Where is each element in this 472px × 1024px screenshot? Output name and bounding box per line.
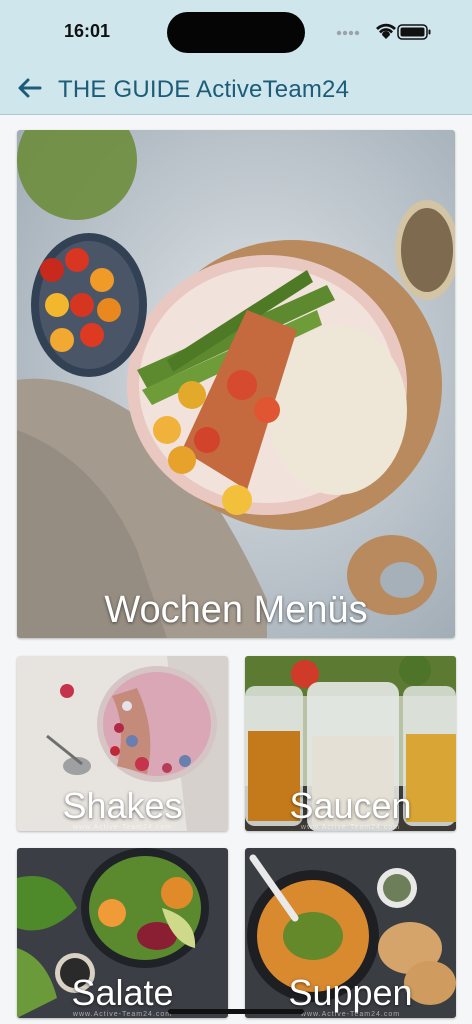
tile-saucen[interactable]: Saucen www.Active-Team24.com (245, 656, 456, 831)
tile-label: Wochen Menüs (104, 589, 368, 631)
watermark: www.Active-Team24.com (72, 824, 173, 831)
tile-shakes[interactable]: Shakes www.Active-Team24.com (17, 656, 228, 831)
status-time: 16:01 (64, 21, 111, 41)
signal-dots-icon (336, 30, 360, 36)
status-icons (334, 22, 434, 42)
dynamic-island (167, 12, 305, 53)
tile-salate[interactable]: Salate www.Active-Team24.com (17, 848, 228, 1018)
page-title: THE GUIDE ActiveTeam24 (58, 76, 350, 103)
arrow-left-icon (18, 78, 42, 98)
tile-wochen-menus[interactable]: Wochen Menüs (17, 130, 455, 638)
tile-label: Saucen (289, 785, 412, 826)
home-indicator[interactable] (168, 1009, 304, 1014)
tile-label: Salate (71, 972, 174, 1013)
tile-suppen[interactable]: Suppen www.Active-Team24.com (245, 848, 456, 1018)
tile-label: Shakes (62, 785, 183, 826)
wifi-icon (376, 23, 396, 39)
tile-label: Suppen (288, 972, 413, 1013)
battery-icon (397, 24, 431, 40)
back-button[interactable] (16, 74, 44, 102)
title-row: THE GUIDE ActiveTeam24 (16, 72, 456, 108)
app-header: 16:01 THE GUIDE ActiveTeam24 (0, 0, 472, 115)
watermark: www.Active-Team24.com (300, 824, 401, 831)
meal-plate-image (17, 130, 455, 638)
